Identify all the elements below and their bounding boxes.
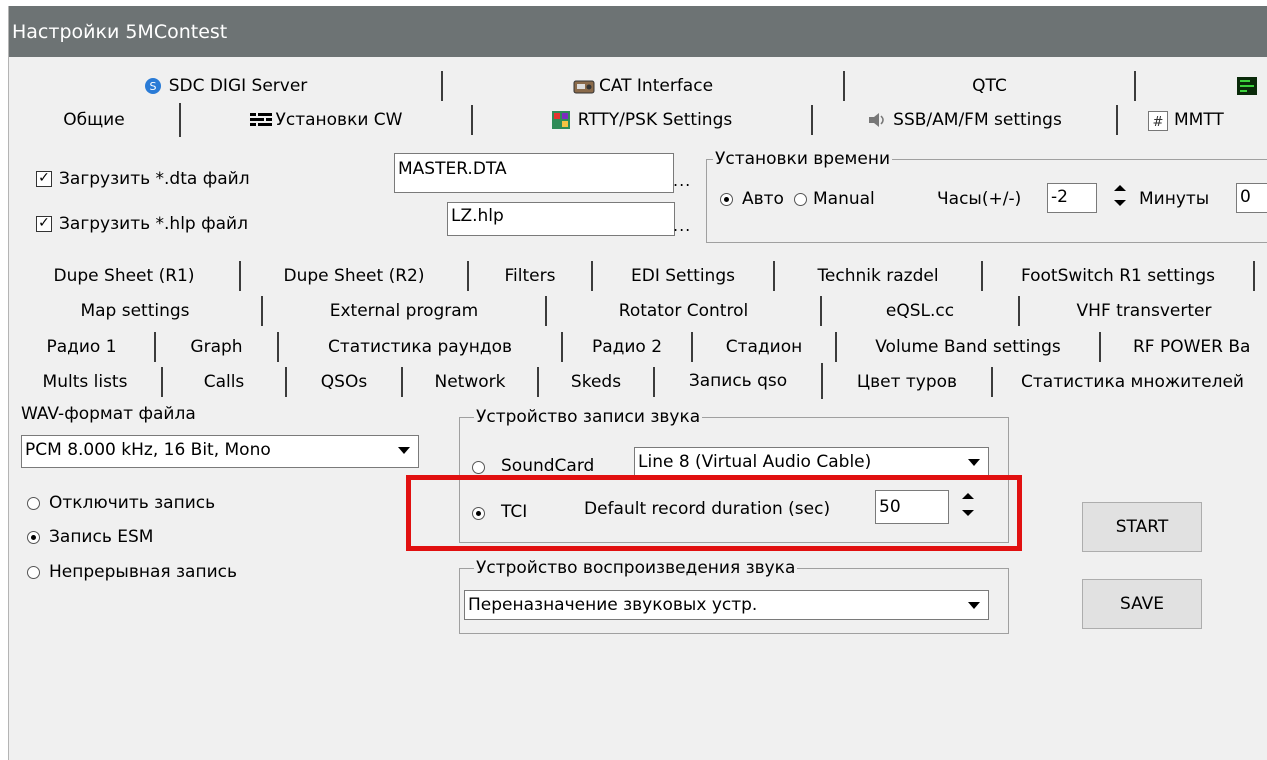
tab-eqsl[interactable]: eQSL.cc	[822, 296, 1020, 326]
dta-browse-button[interactable]: ...	[673, 171, 691, 190]
tab-cw-settings[interactable]: Установки CW	[181, 105, 473, 135]
main-tabs-row2: Общие Установки CW RTTY/PSK Settings SSB…	[9, 103, 1267, 137]
playback-device-caption: Устройство воспроизведения звука	[474, 558, 798, 578]
radio-icon	[573, 77, 595, 95]
tab-rotator-control[interactable]: Rotator Control	[547, 296, 822, 326]
chevron-down-icon[interactable]	[962, 450, 986, 474]
main-tabs-row1: S SDC DIGI Server CAT Interface QTC	[9, 71, 1267, 101]
tab-record-qso[interactable]: Запись qso	[655, 363, 823, 399]
save-button[interactable]: SAVE	[1082, 579, 1202, 629]
window-title: Настройки 5MContest	[12, 20, 228, 43]
minutes-label: Минуты	[1139, 189, 1210, 209]
tab-mmtty[interactable]: # MMTT	[1118, 105, 1267, 135]
tab-mults-lists[interactable]: Mults lists	[9, 367, 163, 397]
continuous-record-radio[interactable]	[27, 566, 40, 579]
manual-label: Manual	[813, 189, 875, 209]
disable-record-label: Отключить запись	[49, 493, 216, 513]
tab-radio1[interactable]: Радио 1	[9, 332, 156, 362]
soundcard-radio[interactable]	[472, 461, 485, 474]
tab-technik-razdel[interactable]: Technik razdel	[775, 261, 983, 291]
svg-text:#: #	[1153, 115, 1164, 130]
tab-round-stats[interactable]: Статистика раундов	[279, 332, 563, 362]
tab-general[interactable]: Общие	[9, 103, 181, 137]
dta-file-field[interactable]: MASTER.DTA	[394, 153, 674, 193]
tab-graph[interactable]: Graph	[156, 332, 279, 362]
tab-network[interactable]: Network	[403, 367, 539, 397]
sub-tabs-row1: Dupe Sheet (R1) Dupe Sheet (R2) Filters …	[9, 261, 1267, 291]
wav-format-value: PCM 8.000 kHz, 16 Bit, Mono	[25, 440, 271, 460]
tab-vhf-transverter[interactable]: VHF transverter	[1020, 296, 1267, 326]
chevron-down-icon[interactable]	[392, 438, 416, 462]
wav-format-label: WAV-формат файла	[21, 404, 196, 424]
tab-calls[interactable]: Calls	[163, 367, 287, 397]
start-button[interactable]: START	[1082, 502, 1202, 552]
tab-qsos[interactable]: QSOs	[287, 367, 403, 397]
tab-rtty-psk[interactable]: RTTY/PSK Settings	[473, 105, 813, 135]
hours-field[interactable]: -2	[1047, 183, 1097, 213]
tab-rf-power[interactable]: RF POWER Ba	[1101, 332, 1267, 362]
cw-icon	[249, 111, 272, 129]
tab-cat-interface[interactable]: CAT Interface	[443, 71, 845, 101]
tab-map-settings[interactable]: Map settings	[9, 296, 263, 326]
tab-footswitch[interactable]: FootSwitch R1 settings	[983, 261, 1255, 291]
sdc-icon: S	[143, 77, 163, 95]
chevron-down-icon[interactable]	[962, 593, 986, 617]
esm-record-radio[interactable]	[27, 531, 40, 544]
manual-radio[interactable]	[794, 193, 807, 206]
disable-record-radio[interactable]	[27, 497, 40, 510]
highlight-box	[406, 475, 1022, 551]
mmtty-icon: #	[1148, 111, 1168, 131]
tab-terminal[interactable]	[1136, 71, 1267, 101]
time-settings-caption: Установки времени	[713, 149, 892, 169]
terminal-icon	[1237, 77, 1257, 95]
hours-spinner[interactable]	[1109, 182, 1131, 212]
playback-select[interactable]: Переназначение звуковых устр.	[464, 590, 989, 620]
tab-external-program[interactable]: External program	[263, 296, 547, 326]
tab-volume-band[interactable]: Volume Band settings	[837, 332, 1101, 362]
hlp-browse-button[interactable]: ...	[673, 216, 691, 235]
tab-dupe-sheet-r2[interactable]: Dupe Sheet (R2)	[241, 261, 469, 291]
hours-label: Часы(+/-)	[937, 189, 1022, 209]
load-hlp-checkbox[interactable]: ✓	[36, 216, 52, 232]
tab-mult-stats[interactable]: Статистика множителей	[993, 367, 1267, 397]
sub-tabs-row3: Радио 1 Graph Статистика раундов Радио 2…	[9, 332, 1267, 362]
tab-skeds[interactable]: Skeds	[539, 367, 655, 397]
settings-window: Настройки 5MContest S SDC DIGI Server CA…	[8, 6, 1267, 760]
sub-tabs-row4: Mults lists Calls QSOs Network Skeds Зап…	[9, 363, 1267, 399]
tab-filters[interactable]: Filters	[469, 261, 593, 291]
auto-label: Авто	[742, 189, 784, 209]
esm-record-label: Запись ESM	[49, 527, 154, 547]
rtty-icon	[551, 111, 572, 129]
playback-value: Переназначение звуковых устр.	[468, 595, 758, 615]
tab-stadium[interactable]: Стадион	[693, 332, 837, 362]
tab-qtc[interactable]: QTC	[845, 71, 1136, 101]
svg-text:S: S	[149, 80, 156, 93]
minutes-field[interactable]: 0	[1236, 183, 1267, 213]
load-dta-label: Загрузить *.dta файл	[59, 169, 250, 189]
title-bar[interactable]: Настройки 5MContest	[9, 6, 1267, 57]
hlp-file-field[interactable]: LZ.hlp	[447, 202, 675, 236]
soundcard-select[interactable]: Line 8 (Virtual Audio Cable)	[634, 447, 989, 477]
tab-sdc-digi-server[interactable]: S SDC DIGI Server	[9, 71, 443, 101]
load-hlp-label: Загрузить *.hlp файл	[59, 214, 248, 234]
sub-tabs-row2: Map settings External program Rotator Co…	[9, 296, 1267, 326]
speaker-icon	[867, 111, 887, 129]
load-dta-checkbox[interactable]: ✓	[36, 171, 52, 187]
tab-edi-settings[interactable]: EDI Settings	[593, 261, 775, 291]
tab-dupe-sheet-r1[interactable]: Dupe Sheet (R1)	[9, 261, 241, 291]
soundcard-label: SoundCard	[501, 456, 595, 476]
tab-round-colors[interactable]: Цвет туров	[823, 367, 993, 397]
soundcard-value: Line 8 (Virtual Audio Cable)	[638, 452, 872, 472]
tab-ssb-am-fm[interactable]: SSB/AM/FM settings	[813, 105, 1118, 135]
wav-format-select[interactable]: PCM 8.000 kHz, 16 Bit, Mono	[21, 435, 419, 468]
auto-radio[interactable]	[720, 193, 733, 206]
continuous-record-label: Непрерывная запись	[49, 562, 237, 582]
tab-radio2[interactable]: Радио 2	[563, 332, 693, 362]
record-device-caption: Устройство записи звука	[474, 407, 703, 427]
